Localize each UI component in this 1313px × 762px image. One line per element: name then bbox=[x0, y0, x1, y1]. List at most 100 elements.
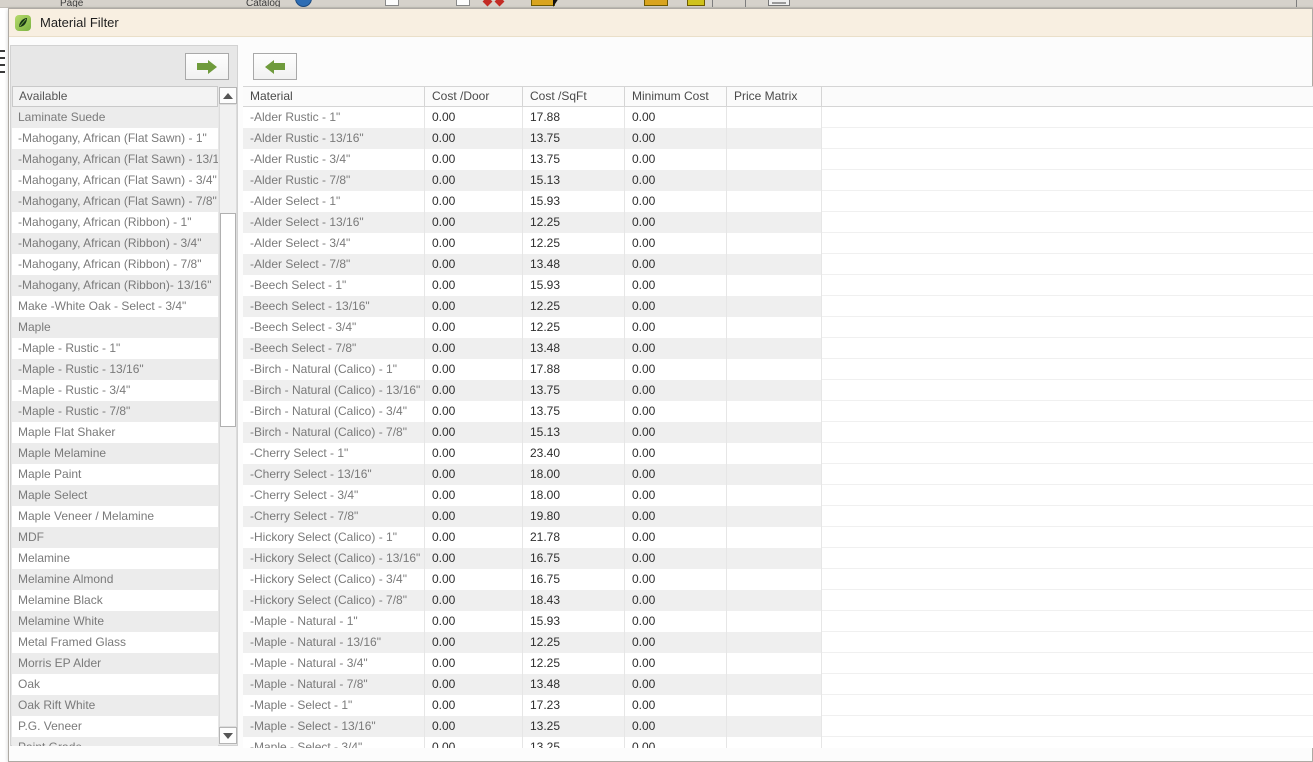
grid-icon[interactable] bbox=[768, 0, 790, 6]
cell-material: -Birch - Natural (Calico) - 3/4" bbox=[243, 401, 425, 422]
table-row[interactable]: -Alder Rustic - 1"0.0017.880.00 bbox=[243, 107, 1313, 128]
red-diamond-icon[interactable] bbox=[495, 0, 505, 6]
available-list-item[interactable]: -Maple - Rustic - 13/16" bbox=[12, 359, 218, 380]
table-row[interactable]: -Hickory Select (Calico) - 3/4"0.0016.75… bbox=[243, 569, 1313, 590]
available-list-item[interactable]: Maple Select bbox=[12, 485, 218, 506]
red-diamond-icon[interactable] bbox=[483, 0, 493, 6]
move-right-button[interactable] bbox=[185, 53, 229, 80]
available-list-item[interactable]: -Mahogany, African (Ribbon) - 1" bbox=[12, 212, 218, 233]
available-list-item[interactable]: -Maple - Rustic - 7/8" bbox=[12, 401, 218, 422]
available-list-item[interactable]: Maple Paint bbox=[12, 464, 218, 485]
scroll-down-button[interactable] bbox=[219, 727, 237, 744]
table-row[interactable]: -Birch - Natural (Calico) - 13/16"0.0013… bbox=[243, 380, 1313, 401]
available-list-item[interactable]: -Maple - Rustic - 1" bbox=[12, 338, 218, 359]
cell-material: -Hickory Select (Calico) - 7/8" bbox=[243, 590, 425, 611]
table-row[interactable]: -Cherry Select - 3/4"0.0018.000.00 bbox=[243, 485, 1313, 506]
cell-minimum-cost: 0.00 bbox=[625, 170, 727, 191]
cell-cost-sqft: 16.75 bbox=[523, 548, 625, 569]
column-header-price-matrix[interactable]: Price Matrix bbox=[727, 87, 822, 106]
checkbox-icon[interactable] bbox=[456, 0, 470, 6]
available-column-header[interactable]: Available bbox=[12, 86, 218, 107]
available-list-item[interactable]: Maple Melamine bbox=[12, 443, 218, 464]
available-list-item[interactable]: Oak Rift White bbox=[12, 695, 218, 716]
cell-price-matrix bbox=[727, 254, 822, 275]
table-row[interactable]: -Beech Select - 13/16"0.0012.250.00 bbox=[243, 296, 1313, 317]
table-row[interactable]: -Hickory Select (Calico) - 13/16"0.0016.… bbox=[243, 548, 1313, 569]
table-row[interactable]: -Alder Rustic - 3/4"0.0013.750.00 bbox=[243, 149, 1313, 170]
available-list-item[interactable]: Morris EP Alder bbox=[12, 653, 218, 674]
available-list-item[interactable]: Maple Flat Shaker bbox=[12, 422, 218, 443]
checkbox-icon[interactable] bbox=[385, 0, 399, 6]
cell-filler bbox=[822, 254, 1313, 275]
cell-filler bbox=[822, 443, 1313, 464]
available-list-item[interactable]: Metal Framed Glass bbox=[12, 632, 218, 653]
table-row[interactable]: -Alder Select - 1"0.0015.930.00 bbox=[243, 191, 1313, 212]
table-row[interactable]: -Hickory Select (Calico) - 7/8"0.0018.43… bbox=[243, 590, 1313, 611]
table-row[interactable]: -Birch - Natural (Calico) - 1"0.0017.880… bbox=[243, 359, 1313, 380]
available-list-item[interactable]: Melamine Almond bbox=[12, 569, 218, 590]
available-list-item[interactable]: Melamine White bbox=[12, 611, 218, 632]
available-list-item[interactable]: Melamine Black bbox=[12, 590, 218, 611]
available-list-item[interactable]: -Mahogany, African (Flat Sawn) - 13/16" bbox=[12, 149, 218, 170]
table-row[interactable]: -Hickory Select (Calico) - 1"0.0021.780.… bbox=[243, 527, 1313, 548]
cell-cost-door: 0.00 bbox=[425, 191, 523, 212]
table-row[interactable]: -Cherry Select - 7/8"0.0019.800.00 bbox=[243, 506, 1313, 527]
scrollbar-thumb[interactable] bbox=[220, 213, 236, 427]
cell-minimum-cost: 0.00 bbox=[625, 317, 727, 338]
available-list-item[interactable]: -Mahogany, African (Flat Sawn) - 7/8" bbox=[12, 191, 218, 212]
cell-cost-sqft: 12.25 bbox=[523, 653, 625, 674]
table-row[interactable]: -Birch - Natural (Calico) - 7/8"0.0015.1… bbox=[243, 422, 1313, 443]
available-list-item[interactable]: -Mahogany, African (Flat Sawn) - 3/4" bbox=[12, 170, 218, 191]
table-row[interactable]: -Alder Select - 13/16"0.0012.250.00 bbox=[243, 212, 1313, 233]
available-list-item[interactable]: -Mahogany, African (Flat Sawn) - 1" bbox=[12, 128, 218, 149]
column-header-minimum-cost[interactable]: Minimum Cost bbox=[625, 87, 727, 106]
move-left-button[interactable] bbox=[253, 53, 297, 80]
available-list-item[interactable]: Melamine bbox=[12, 548, 218, 569]
available-list-item[interactable]: P.G. Veneer bbox=[12, 716, 218, 737]
available-list-item[interactable]: Maple bbox=[12, 317, 218, 338]
table-row[interactable]: -Maple - Natural - 1"0.0015.930.00 bbox=[243, 611, 1313, 632]
table-row[interactable]: -Alder Select - 7/8"0.0013.480.00 bbox=[243, 254, 1313, 275]
blue-circle-icon[interactable] bbox=[295, 0, 312, 7]
available-list-item[interactable]: MDF bbox=[12, 527, 218, 548]
available-list-item[interactable]: Laminate Suede bbox=[12, 107, 218, 128]
table-row[interactable]: -Alder Rustic - 13/16"0.0013.750.00 bbox=[243, 128, 1313, 149]
toolbar-page-label: Page bbox=[60, 0, 83, 8]
table-row[interactable]: -Beech Select - 3/4"0.0012.250.00 bbox=[243, 317, 1313, 338]
column-header-material[interactable]: Material bbox=[243, 87, 425, 106]
scroll-up-button[interactable] bbox=[219, 87, 237, 104]
table-row[interactable]: -Maple - Select - 1"0.0017.230.00 bbox=[243, 695, 1313, 716]
table-row[interactable]: -Maple - Natural - 3/4"0.0012.250.00 bbox=[243, 653, 1313, 674]
table-row[interactable]: -Alder Select - 3/4"0.0012.250.00 bbox=[243, 233, 1313, 254]
gold-cabinet-icon[interactable] bbox=[644, 0, 668, 6]
available-list-item[interactable]: -Maple - Rustic - 3/4" bbox=[12, 380, 218, 401]
table-row[interactable]: -Alder Rustic - 7/8"0.0015.130.00 bbox=[243, 170, 1313, 191]
table-row[interactable]: -Maple - Natural - 7/8"0.0013.480.00 bbox=[243, 674, 1313, 695]
gold-cabinet-icon[interactable] bbox=[687, 0, 705, 6]
cell-cost-sqft: 18.43 bbox=[523, 590, 625, 611]
available-list-item[interactable]: -Mahogany, African (Ribbon) - 3/4" bbox=[12, 233, 218, 254]
table-row[interactable]: -Cherry Select - 1"0.0023.400.00 bbox=[243, 443, 1313, 464]
available-list-item[interactable]: Paint Grade bbox=[12, 737, 218, 746]
table-row[interactable]: -Maple - Select - 13/16"0.0013.250.00 bbox=[243, 716, 1313, 737]
cell-filler bbox=[822, 548, 1313, 569]
available-list-item[interactable]: -Mahogany, African (Ribbon) - 7/8" bbox=[12, 254, 218, 275]
table-row[interactable]: -Beech Select - 1"0.0015.930.00 bbox=[243, 275, 1313, 296]
cell-cost-sqft: 16.75 bbox=[523, 569, 625, 590]
cell-price-matrix bbox=[727, 338, 822, 359]
cell-price-matrix bbox=[727, 296, 822, 317]
available-list-item[interactable]: -Mahogany, African (Ribbon)- 13/16" bbox=[12, 275, 218, 296]
available-list-item[interactable]: Oak bbox=[12, 674, 218, 695]
cell-cost-door: 0.00 bbox=[425, 296, 523, 317]
available-list-item[interactable]: Make -White Oak - Select - 3/4" bbox=[12, 296, 218, 317]
table-row[interactable]: -Maple - Select - 3/4"0.0013.250.00 bbox=[243, 737, 1313, 748]
column-header-cost-sqft[interactable]: Cost /SqFt bbox=[523, 87, 625, 106]
table-row[interactable]: -Cherry Select - 13/16"0.0018.000.00 bbox=[243, 464, 1313, 485]
table-row[interactable]: -Maple - Natural - 13/16"0.0012.250.00 bbox=[243, 632, 1313, 653]
table-row[interactable]: -Beech Select - 7/8"0.0013.480.00 bbox=[243, 338, 1313, 359]
available-list-item[interactable]: Maple Veneer / Melamine bbox=[12, 506, 218, 527]
table-row[interactable]: -Birch - Natural (Calico) - 3/4"0.0013.7… bbox=[243, 401, 1313, 422]
column-header-cost-door[interactable]: Cost /Door bbox=[425, 87, 523, 106]
cell-minimum-cost: 0.00 bbox=[625, 359, 727, 380]
gold-cabinet-icon[interactable] bbox=[531, 0, 555, 6]
